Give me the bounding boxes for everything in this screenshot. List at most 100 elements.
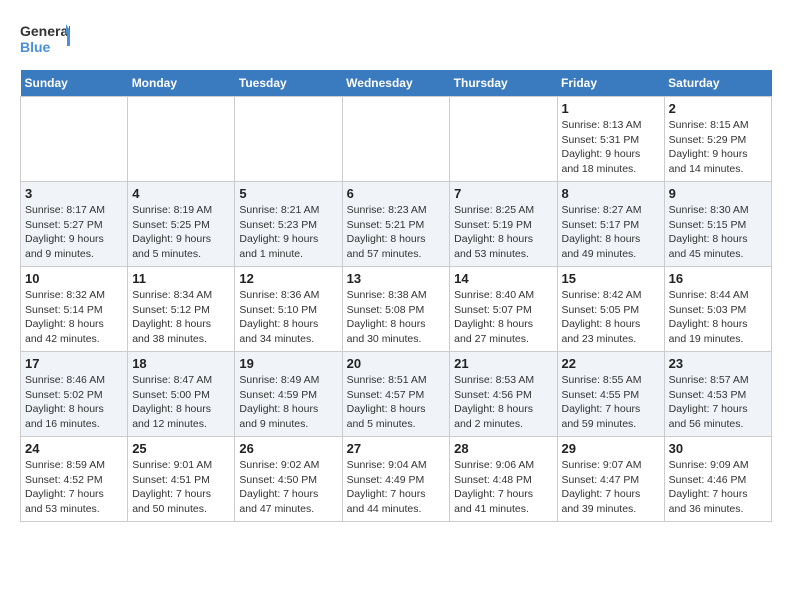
weekday-header: Wednesday: [342, 70, 450, 97]
day-info: Sunrise: 8:23 AM Sunset: 5:21 PM Dayligh…: [347, 203, 446, 262]
calendar-week-row: 24 Sunrise: 8:59 AM Sunset: 4:52 PM Dayli…: [21, 437, 772, 522]
day-number: 14: [454, 271, 552, 286]
day-number: 9: [669, 186, 767, 201]
day-info: Sunrise: 8:30 AM Sunset: 5:15 PM Dayligh…: [669, 203, 767, 262]
weekday-header: Friday: [557, 70, 664, 97]
calendar-cell: 26 Sunrise: 9:02 AM Sunset: 4:50 PM Dayli…: [235, 437, 342, 522]
calendar-cell: 4 Sunrise: 8:19 AM Sunset: 5:25 PM Daylig…: [128, 182, 235, 267]
day-info: Sunrise: 8:36 AM Sunset: 5:10 PM Dayligh…: [239, 288, 337, 347]
day-info: Sunrise: 9:02 AM Sunset: 4:50 PM Dayligh…: [239, 458, 337, 517]
day-info: Sunrise: 9:04 AM Sunset: 4:49 PM Dayligh…: [347, 458, 446, 517]
day-number: 1: [562, 101, 660, 116]
day-info: Sunrise: 8:15 AM Sunset: 5:29 PM Dayligh…: [669, 118, 767, 177]
calendar-cell: 21 Sunrise: 8:53 AM Sunset: 4:56 PM Dayli…: [450, 352, 557, 437]
day-number: 23: [669, 356, 767, 371]
calendar-cell: 5 Sunrise: 8:21 AM Sunset: 5:23 PM Daylig…: [235, 182, 342, 267]
day-info: Sunrise: 8:44 AM Sunset: 5:03 PM Dayligh…: [669, 288, 767, 347]
day-number: 7: [454, 186, 552, 201]
svg-text:Blue: Blue: [20, 39, 51, 55]
day-info: Sunrise: 8:57 AM Sunset: 4:53 PM Dayligh…: [669, 373, 767, 432]
day-number: 17: [25, 356, 123, 371]
day-info: Sunrise: 8:40 AM Sunset: 5:07 PM Dayligh…: [454, 288, 552, 347]
day-info: Sunrise: 8:17 AM Sunset: 5:27 PM Dayligh…: [25, 203, 123, 262]
weekday-header: Tuesday: [235, 70, 342, 97]
weekday-header: Saturday: [664, 70, 771, 97]
day-number: 20: [347, 356, 446, 371]
calendar-cell: 18 Sunrise: 8:47 AM Sunset: 5:00 PM Dayli…: [128, 352, 235, 437]
day-number: 28: [454, 441, 552, 456]
day-number: 15: [562, 271, 660, 286]
day-number: 26: [239, 441, 337, 456]
day-number: 27: [347, 441, 446, 456]
day-info: Sunrise: 9:01 AM Sunset: 4:51 PM Dayligh…: [132, 458, 230, 517]
calendar-cell: 15 Sunrise: 8:42 AM Sunset: 5:05 PM Dayli…: [557, 267, 664, 352]
day-info: Sunrise: 8:34 AM Sunset: 5:12 PM Dayligh…: [132, 288, 230, 347]
day-number: 12: [239, 271, 337, 286]
calendar-cell: 25Sunrise: 9:01 AM Sunset: 4:51 PM Dayli…: [128, 437, 235, 522]
day-info: Sunrise: 8:32 AM Sunset: 5:14 PM Dayligh…: [25, 288, 123, 347]
calendar-cell: [235, 97, 342, 182]
calendar-cell: [450, 97, 557, 182]
calendar-cell: 9 Sunrise: 8:30 AM Sunset: 5:15 PM Daylig…: [664, 182, 771, 267]
calendar-cell: 2 Sunrise: 8:15 AM Sunset: 5:29 PM Daylig…: [664, 97, 771, 182]
calendar-cell: [21, 97, 128, 182]
calendar-cell: 6 Sunrise: 8:23 AM Sunset: 5:21 PM Daylig…: [342, 182, 450, 267]
day-number: 2: [669, 101, 767, 116]
calendar-cell: 27 Sunrise: 9:04 AM Sunset: 4:49 PM Dayli…: [342, 437, 450, 522]
calendar-cell: 16 Sunrise: 8:44 AM Sunset: 5:03 PM Dayli…: [664, 267, 771, 352]
calendar-week-row: 17 Sunrise: 8:46 AM Sunset: 5:02 PM Dayli…: [21, 352, 772, 437]
calendar-header: SundayMondayTuesdayWednesdayThursdayFrid…: [21, 70, 772, 97]
day-number: 24: [25, 441, 123, 456]
day-info: Sunrise: 8:47 AM Sunset: 5:00 PM Dayligh…: [132, 373, 230, 432]
svg-text:General: General: [20, 23, 70, 39]
calendar-cell: 12 Sunrise: 8:36 AM Sunset: 5:10 PM Dayli…: [235, 267, 342, 352]
day-info: Sunrise: 8:21 AM Sunset: 5:23 PM Dayligh…: [239, 203, 337, 262]
calendar-cell: [128, 97, 235, 182]
day-number: 16: [669, 271, 767, 286]
day-info: Sunrise: 8:19 AM Sunset: 5:25 PM Dayligh…: [132, 203, 230, 262]
day-number: 30: [669, 441, 767, 456]
calendar-cell: 11 Sunrise: 8:34 AM Sunset: 5:12 PM Dayli…: [128, 267, 235, 352]
day-info: Sunrise: 8:27 AM Sunset: 5:17 PM Dayligh…: [562, 203, 660, 262]
calendar-week-row: 3Sunrise: 8:17 AM Sunset: 5:27 PM Daylig…: [21, 182, 772, 267]
weekday-header: Monday: [128, 70, 235, 97]
calendar-cell: 13Sunrise: 8:38 AM Sunset: 5:08 PM Dayli…: [342, 267, 450, 352]
day-info: Sunrise: 8:25 AM Sunset: 5:19 PM Dayligh…: [454, 203, 552, 262]
day-number: 4: [132, 186, 230, 201]
calendar-cell: 19 Sunrise: 8:49 AM Sunset: 4:59 PM Dayli…: [235, 352, 342, 437]
calendar-cell: 22Sunrise: 8:55 AM Sunset: 4:55 PM Dayli…: [557, 352, 664, 437]
day-info: Sunrise: 8:49 AM Sunset: 4:59 PM Dayligh…: [239, 373, 337, 432]
calendar-week-row: 1 Sunrise: 8:13 AM Sunset: 5:31 PM Daylig…: [21, 97, 772, 182]
day-number: 5: [239, 186, 337, 201]
calendar-cell: 14 Sunrise: 8:40 AM Sunset: 5:07 PM Dayli…: [450, 267, 557, 352]
weekday-header: Thursday: [450, 70, 557, 97]
day-number: 21: [454, 356, 552, 371]
calendar-week-row: 10Sunrise: 8:32 AM Sunset: 5:14 PM Dayli…: [21, 267, 772, 352]
calendar-cell: 24 Sunrise: 8:59 AM Sunset: 4:52 PM Dayli…: [21, 437, 128, 522]
day-info: Sunrise: 8:59 AM Sunset: 4:52 PM Dayligh…: [25, 458, 123, 517]
logo: General Blue: [20, 20, 70, 60]
weekday-header: Sunday: [21, 70, 128, 97]
day-info: Sunrise: 9:07 AM Sunset: 4:47 PM Dayligh…: [562, 458, 660, 517]
calendar-cell: 28Sunrise: 9:06 AM Sunset: 4:48 PM Dayli…: [450, 437, 557, 522]
calendar-cell: [342, 97, 450, 182]
day-number: 11: [132, 271, 230, 286]
day-number: 6: [347, 186, 446, 201]
day-number: 19: [239, 356, 337, 371]
day-number: 29: [562, 441, 660, 456]
calendar-table: SundayMondayTuesdayWednesdayThursdayFrid…: [20, 70, 772, 522]
calendar-cell: 7 Sunrise: 8:25 AM Sunset: 5:19 PM Daylig…: [450, 182, 557, 267]
calendar-cell: 23 Sunrise: 8:57 AM Sunset: 4:53 PM Dayli…: [664, 352, 771, 437]
day-info: Sunrise: 8:42 AM Sunset: 5:05 PM Dayligh…: [562, 288, 660, 347]
day-info: Sunrise: 8:53 AM Sunset: 4:56 PM Dayligh…: [454, 373, 552, 432]
day-info: Sunrise: 8:46 AM Sunset: 5:02 PM Dayligh…: [25, 373, 123, 432]
calendar-cell: 8Sunrise: 8:27 AM Sunset: 5:17 PM Daylig…: [557, 182, 664, 267]
calendar-cell: 1 Sunrise: 8:13 AM Sunset: 5:31 PM Daylig…: [557, 97, 664, 182]
calendar-cell: 20Sunrise: 8:51 AM Sunset: 4:57 PM Dayli…: [342, 352, 450, 437]
day-info: Sunrise: 8:13 AM Sunset: 5:31 PM Dayligh…: [562, 118, 660, 177]
day-info: Sunrise: 9:09 AM Sunset: 4:46 PM Dayligh…: [669, 458, 767, 517]
day-number: 18: [132, 356, 230, 371]
calendar-cell: 30 Sunrise: 9:09 AM Sunset: 4:46 PM Dayli…: [664, 437, 771, 522]
calendar-cell: 10Sunrise: 8:32 AM Sunset: 5:14 PM Dayli…: [21, 267, 128, 352]
page-header: General Blue: [20, 20, 772, 60]
